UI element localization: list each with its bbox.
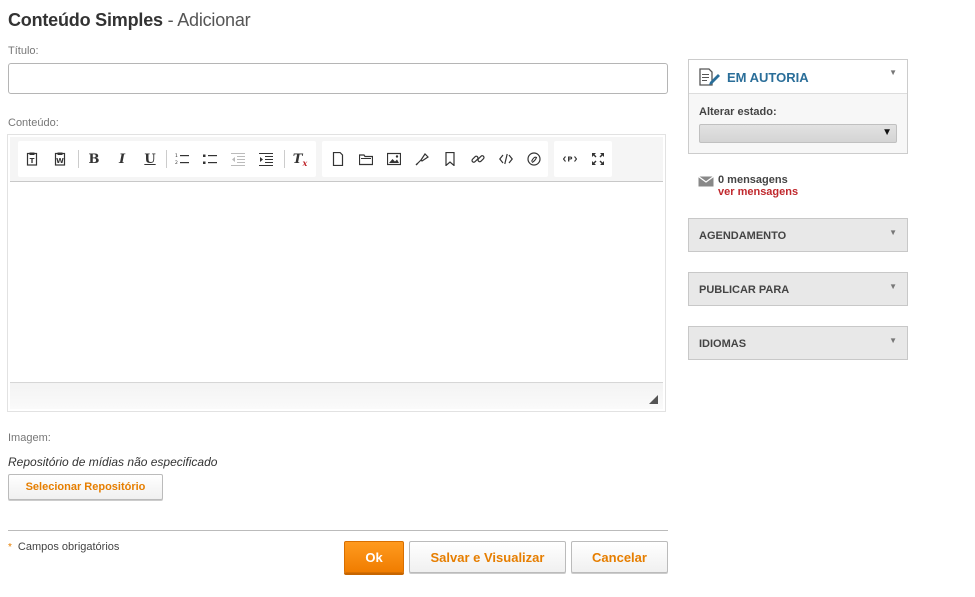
save-and-view-button[interactable]: Salvar e Visualizar bbox=[409, 541, 566, 573]
open-folder-icon[interactable] bbox=[356, 149, 376, 169]
paragraph-tag-icon[interactable]: P bbox=[560, 149, 580, 169]
italic-icon[interactable]: I bbox=[112, 149, 132, 169]
bullet-list-icon[interactable] bbox=[200, 149, 220, 169]
numbered-list-icon[interactable]: 12 bbox=[172, 149, 192, 169]
new-document-icon[interactable] bbox=[328, 149, 348, 169]
image-icon[interactable] bbox=[384, 149, 404, 169]
page-title-main: Conteúdo Simples bbox=[8, 10, 163, 30]
view-messages-link[interactable]: ver mensagens bbox=[718, 186, 798, 198]
title-label: Título: bbox=[8, 45, 39, 57]
status-panel: EM AUTORIA ▼ Alterar estado: ▼ bbox=[688, 59, 908, 154]
special-char-icon[interactable] bbox=[524, 149, 544, 169]
expand-arrow-icon[interactable]: ▼ bbox=[889, 282, 897, 291]
toolbar-group-view: P bbox=[554, 141, 612, 177]
required-marker: * bbox=[8, 542, 12, 553]
dropdown-caret-icon: ▼ bbox=[882, 127, 892, 138]
form-divider bbox=[8, 530, 668, 531]
expand-arrow-icon[interactable]: ▼ bbox=[889, 228, 897, 237]
required-fields-text: Campos obrigatórios bbox=[17, 541, 120, 553]
select-repository-button[interactable]: Selecionar Repositório bbox=[8, 474, 163, 500]
outdent-icon[interactable] bbox=[228, 149, 248, 169]
maximize-icon[interactable] bbox=[588, 149, 608, 169]
expand-arrow-icon[interactable]: ▼ bbox=[889, 336, 897, 345]
underline-icon[interactable]: U bbox=[140, 149, 160, 169]
repository-status-text: Repositório de mídias não especificado bbox=[8, 455, 218, 469]
resize-handle-icon[interactable] bbox=[649, 395, 658, 404]
rich-text-editor: T W B I U 12 Tx P bbox=[7, 134, 666, 412]
required-fields-note: * Campos obrigatórios bbox=[8, 541, 119, 553]
bold-icon[interactable]: B bbox=[84, 149, 104, 169]
editor-toolbar: T W B I U 12 Tx P bbox=[10, 137, 663, 182]
alter-state-select[interactable]: ▼ bbox=[699, 124, 897, 143]
panel-label: IDIOMAS bbox=[699, 338, 747, 350]
paste-word-icon[interactable]: W bbox=[50, 149, 70, 169]
page-title-sub: - Adicionar bbox=[162, 10, 251, 30]
editor-content-area[interactable] bbox=[10, 183, 663, 383]
source-code-icon[interactable] bbox=[496, 149, 516, 169]
cancel-button[interactable]: Cancelar bbox=[571, 541, 668, 573]
image-label: Imagem: bbox=[8, 432, 51, 444]
ok-button[interactable]: Ok bbox=[344, 541, 404, 573]
document-edit-icon bbox=[699, 68, 721, 93]
messages-count: 0 mensagens bbox=[718, 174, 788, 186]
panel-agendamento[interactable]: AGENDAMENTO ▼ bbox=[688, 218, 908, 252]
status-title: EM AUTORIA bbox=[727, 70, 809, 85]
envelope-icon bbox=[698, 176, 714, 190]
panel-label: AGENDAMENTO bbox=[699, 230, 787, 242]
plugin-icon[interactable] bbox=[412, 149, 432, 169]
indent-icon[interactable] bbox=[256, 149, 276, 169]
panel-label: PUBLICAR PARA bbox=[699, 284, 790, 296]
svg-text:W: W bbox=[56, 157, 64, 165]
svg-text:2: 2 bbox=[175, 160, 178, 166]
editor-status-bar bbox=[10, 382, 663, 409]
title-input[interactable] bbox=[8, 63, 668, 94]
alter-state-label: Alterar estado: bbox=[699, 106, 777, 118]
toolbar-group-insert bbox=[322, 141, 548, 177]
toolbar-group-format: T W B I U 12 Tx bbox=[18, 141, 316, 177]
link-icon[interactable] bbox=[468, 149, 488, 169]
collapse-arrow-icon[interactable]: ▼ bbox=[889, 68, 897, 77]
svg-text:1: 1 bbox=[175, 153, 178, 159]
bookmark-icon[interactable] bbox=[440, 149, 460, 169]
remove-format-icon[interactable]: Tx bbox=[290, 149, 310, 169]
svg-text:P: P bbox=[567, 156, 572, 164]
panel-idiomas[interactable]: IDIOMAS ▼ bbox=[688, 326, 908, 360]
svg-text:T: T bbox=[30, 157, 35, 165]
content-label: Conteúdo: bbox=[8, 117, 59, 129]
paste-text-icon[interactable]: T bbox=[22, 149, 42, 169]
status-panel-header[interactable]: EM AUTORIA ▼ bbox=[689, 60, 907, 94]
page-title: Conteúdo Simples - Adicionar bbox=[8, 10, 251, 31]
panel-publicar-para[interactable]: PUBLICAR PARA ▼ bbox=[688, 272, 908, 306]
